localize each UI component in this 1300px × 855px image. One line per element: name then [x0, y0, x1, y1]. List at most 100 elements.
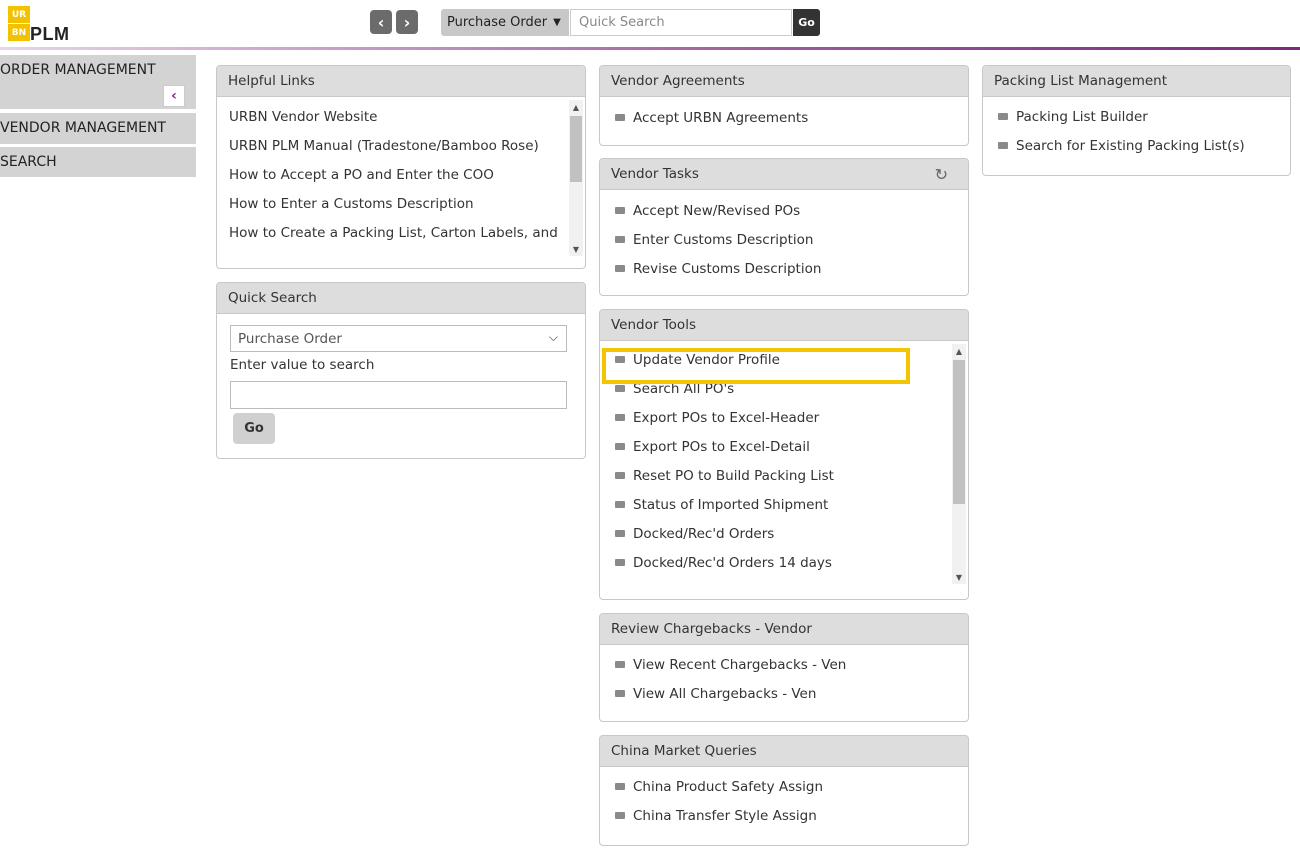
chargebacks-panel: Review Chargebacks - Vendor View Recent …	[599, 613, 969, 722]
item-label: Docked/Rec'd Orders	[633, 525, 775, 542]
list-item[interactable]: Status of Imported Shipment	[600, 490, 968, 519]
quick-search-input[interactable]	[570, 9, 792, 36]
link-item[interactable]: URBN Vendor Website	[217, 102, 585, 131]
sidebar-item-vendor-management[interactable]: VENDOR MANAGEMENT	[0, 113, 196, 144]
search-type-label: Purchase Order	[447, 15, 548, 30]
item-label: Accept New/Revised POs	[633, 202, 801, 219]
sidebar-collapse-button[interactable]: ‹	[163, 85, 185, 107]
panel-title: China Market Queries	[600, 736, 968, 767]
helpful-links-list: URBN Vendor Website URBN PLM Manual (Tra…	[217, 97, 585, 247]
packing-list-panel: Packing List Management Packing List Bui…	[982, 65, 1291, 176]
panel-title: Vendor Tasks ↻	[600, 159, 968, 190]
helpful-links-panel: Helpful Links URBN Vendor Website URBN P…	[216, 65, 586, 269]
link-item[interactable]: How to Enter a Customs Description	[217, 189, 585, 218]
item-label: Search for Existing Packing List(s)	[1016, 137, 1245, 154]
item-bullet-icon	[615, 690, 625, 697]
item-label: Accept URBN Agreements	[633, 109, 809, 126]
list-item[interactable]: Packing List Builder	[983, 102, 1290, 131]
item-bullet-icon	[615, 783, 625, 790]
item-label: View Recent Chargebacks - Ven	[633, 656, 847, 673]
item-bullet-icon	[615, 812, 625, 819]
panel-title-text: Vendor Tasks	[611, 166, 699, 182]
refresh-icon[interactable]: ↻	[935, 165, 948, 184]
item-bullet-icon	[615, 559, 625, 566]
item-bullet-icon	[615, 414, 625, 421]
sidebar-item-label: SEARCH	[0, 154, 57, 170]
item-bullet-icon	[998, 113, 1008, 120]
item-label: Docked/Rec'd Orders 14 days	[633, 554, 832, 571]
item-bullet-icon	[615, 207, 625, 214]
header-accent-line	[0, 47, 1300, 50]
link-item[interactable]: URBN PLM Manual (Tradestone/Bamboo Rose)	[217, 131, 585, 160]
item-bullet-icon	[615, 443, 625, 450]
chevron-right-icon: ›	[403, 12, 411, 32]
scroll-up-icon[interactable]: ▲	[952, 344, 966, 358]
sidebar-item-search[interactable]: SEARCH	[0, 147, 196, 177]
list-item[interactable]: Docked/Rec'd Orders	[600, 519, 968, 548]
list-item[interactable]: Export POs to Excel-Header	[600, 403, 968, 432]
chevron-left-icon: ‹	[377, 12, 385, 32]
top-go-button[interactable]: Go	[793, 9, 820, 36]
list-item[interactable]: Accept URBN Agreements	[600, 103, 968, 132]
panel-title: Vendor Agreements	[600, 66, 968, 97]
item-label: View All Chargebacks - Ven	[633, 685, 817, 702]
vendor-tools-panel: Vendor Tools Update Vendor Profile Searc…	[599, 309, 969, 600]
packing-list-list: Packing List Builder Search for Existing…	[983, 97, 1290, 160]
search-prompt-label: Enter value to search	[230, 357, 375, 373]
scroll-thumb[interactable]	[570, 116, 582, 182]
list-item[interactable]: China Transfer Style Assign	[600, 801, 968, 830]
scroll-down-icon[interactable]: ▼	[569, 242, 583, 256]
item-bullet-icon	[615, 236, 625, 243]
item-bullet-icon	[615, 114, 625, 121]
list-item[interactable]: Enter Customs Description	[600, 225, 968, 254]
top-bar: UR BN PLM ‹ › Purchase Order ▼ Go	[0, 0, 1300, 50]
search-value-input[interactable]	[230, 381, 567, 409]
logo-bn: BN	[8, 24, 30, 41]
list-item[interactable]: Export POs to Excel-Detail	[600, 432, 968, 461]
item-bullet-icon	[615, 530, 625, 537]
forward-button[interactable]: ›	[396, 10, 418, 34]
item-label: Status of Imported Shipment	[633, 496, 829, 513]
tools-scrollbar[interactable]: ▲ ▼	[952, 344, 966, 584]
item-bullet-icon	[615, 265, 625, 272]
list-item[interactable]: Accept New/Revised POs	[600, 196, 968, 225]
item-label: China Transfer Style Assign	[633, 807, 817, 824]
link-item[interactable]: How to Create a Packing List, Carton Lab…	[217, 218, 585, 247]
china-market-panel: China Market Queries China Product Safet…	[599, 735, 969, 846]
list-item[interactable]: View Recent Chargebacks - Ven	[600, 650, 968, 679]
highlight-box	[602, 348, 910, 384]
panel-title: Packing List Management	[983, 66, 1290, 97]
scroll-up-icon[interactable]: ▲	[569, 100, 583, 114]
quick-search-go-button[interactable]: Go	[233, 413, 275, 444]
logo-text: PLM	[30, 24, 70, 44]
sidebar-item-label: ORDER MANAGEMENT	[0, 62, 156, 78]
list-item[interactable]: View All Chargebacks - Ven	[600, 679, 968, 708]
item-label: Reset PO to Build Packing List	[633, 467, 834, 484]
link-item[interactable]: How to Accept a PO and Enter the COO	[217, 160, 585, 189]
list-item[interactable]: Docked/Rec'd Orders 14 days	[600, 548, 968, 577]
panel-title: Review Chargebacks - Vendor	[600, 614, 968, 645]
back-button[interactable]: ‹	[370, 10, 392, 34]
item-label: China Product Safety Assign	[633, 778, 824, 795]
scroll-thumb[interactable]	[953, 360, 965, 504]
links-scrollbar[interactable]: ▲ ▼	[569, 100, 583, 256]
list-item[interactable]: China Product Safety Assign	[600, 772, 968, 801]
item-bullet-icon	[615, 661, 625, 668]
search-type-select[interactable]: Purchase Order ⌵	[230, 325, 567, 352]
sidebar-item-label: VENDOR MANAGEMENT	[0, 120, 166, 136]
vendor-tasks-list: Accept New/Revised POs Enter Customs Des…	[600, 190, 968, 283]
select-value: Purchase Order	[238, 330, 342, 347]
list-item[interactable]: Revise Customs Description	[600, 254, 968, 283]
list-item[interactable]: Search for Existing Packing List(s)	[983, 131, 1290, 160]
panel-title: Vendor Tools	[600, 310, 968, 341]
search-type-dropdown[interactable]: Purchase Order ▼	[441, 9, 569, 36]
item-label: Packing List Builder	[1016, 108, 1148, 125]
item-bullet-icon	[615, 472, 625, 479]
list-item[interactable]: Reset PO to Build Packing List	[600, 461, 968, 490]
vendor-agreements-panel: Vendor Agreements Accept URBN Agreements	[599, 65, 969, 146]
item-label: Export POs to Excel-Header	[633, 409, 820, 426]
scroll-down-icon[interactable]: ▼	[952, 570, 966, 584]
vendor-tasks-panel: Vendor Tasks ↻ Accept New/Revised POs En…	[599, 158, 969, 296]
logo-ur: UR	[8, 6, 30, 23]
item-label: Enter Customs Description	[633, 231, 814, 248]
